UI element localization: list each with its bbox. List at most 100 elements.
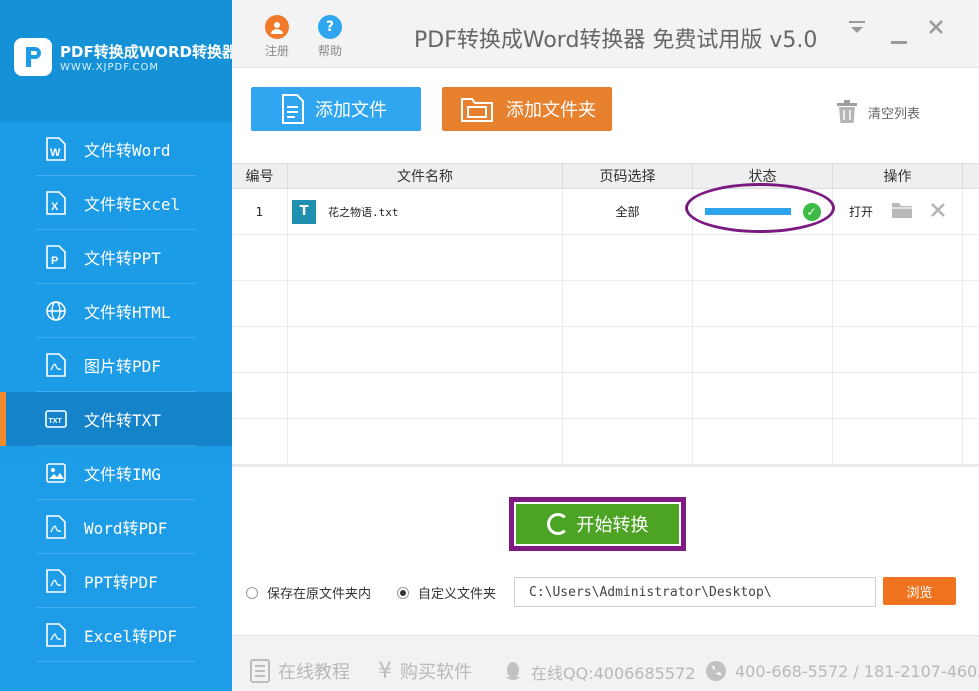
pdf-doc-icon <box>44 623 68 647</box>
row-pages-select[interactable]: 全部 <box>563 189 693 234</box>
header-actions: 操作 <box>833 164 963 188</box>
annotation-rectangle: 开始转换 <box>509 497 686 551</box>
word-doc-icon: W <box>44 137 68 161</box>
svg-text:TXT: TXT <box>49 418 63 425</box>
sidebar: PDF转换成WORD转换器 WWW.XJPDF.COM W 文件转Word X … <box>0 0 237 691</box>
online-qq-link[interactable]: 在线QQ:4006685572 <box>503 660 695 684</box>
header-file-name: 文件名称 <box>288 164 563 188</box>
excel-doc-icon: X <box>44 191 68 215</box>
app-url: WWW.XJPDF.COM <box>60 62 160 73</box>
pdf-doc-icon <box>44 569 68 593</box>
sidebar-menu: W 文件转Word X 文件转Excel P 文件转PPT 文件转HTML 图片… <box>0 122 232 662</box>
globe-icon <box>44 299 68 323</box>
title-bar: 注册 ? 帮助 PDF转换成Word转换器 免费试用版 v5.0 <box>232 0 979 68</box>
window-title: PDF转换成Word转换器 免费试用版 v5.0 <box>414 28 818 53</box>
user-icon <box>265 15 289 39</box>
table-row-empty <box>232 235 979 281</box>
sidebar-item-ppt[interactable]: P 文件转PPT <box>0 230 232 284</box>
yen-icon: ¥ <box>378 658 392 684</box>
app-logo-icon <box>14 38 52 76</box>
save-original-option[interactable]: 保存在原文件夹内 <box>246 583 371 602</box>
online-tutorial-link[interactable]: 在线教程 <box>250 658 350 684</box>
svg-text:X: X <box>51 201 59 213</box>
online-qq-label: 在线QQ:4006685572 <box>531 664 696 683</box>
online-tutorial-label: 在线教程 <box>278 662 350 683</box>
minimize-icon <box>891 41 907 44</box>
sidebar-item-ppt-to-pdf[interactable]: PPT转PDF <box>0 554 232 608</box>
header-filler <box>963 164 979 188</box>
sidebar-item-image-to-pdf[interactable]: 图片转PDF <box>0 338 232 392</box>
add-folder-button[interactable]: 添加文件夹 <box>442 87 612 131</box>
add-file-button[interactable]: 添加文件 <box>251 87 421 131</box>
save-custom-option[interactable]: 自定义文件夹 <box>397 583 496 602</box>
trash-icon <box>837 100 857 123</box>
sidebar-item-excel-to-pdf[interactable]: Excel转PDF <box>0 608 232 662</box>
row-status: ✓ <box>685 183 835 234</box>
sidebar-item-word[interactable]: W 文件转Word <box>0 122 232 176</box>
browse-button[interactable]: 浏览 <box>883 577 956 605</box>
sidebar-item-label: Excel转PDF <box>84 627 178 646</box>
buy-software-link[interactable]: ¥ 购买软件 <box>378 658 472 684</box>
sidebar-item-excel[interactable]: X 文件转Excel <box>0 176 232 230</box>
sidebar-item-label: 文件转IMG <box>84 465 161 484</box>
open-folder-icon[interactable] <box>891 201 913 222</box>
register-button[interactable]: 注册 <box>257 15 297 59</box>
help-button[interactable]: ? 帮助 <box>310 15 350 59</box>
file-table: 编号 文件名称 页码选择 状态 操作 1 T 花之物语.txt 全部 ✓ 打开 <box>232 163 979 465</box>
app-name: PDF转换成WORD转换器 <box>60 43 237 61</box>
phone-label: 400-668-5572 / 181-2107-4602 <box>735 661 979 681</box>
add-folder-label: 添加文件夹 <box>506 100 596 121</box>
phone-icon <box>705 660 727 682</box>
buy-software-label: 购买软件 <box>400 662 472 683</box>
app-logo-area: PDF转换成WORD转换器 WWW.XJPDF.COM <box>0 0 237 122</box>
txt-file-icon: T <box>292 199 316 224</box>
save-original-radio[interactable] <box>246 586 258 599</box>
pdf-doc-icon <box>44 515 68 539</box>
clear-list-label: 清空列表 <box>868 106 921 122</box>
annotation-ellipse <box>685 183 835 233</box>
sidebar-item-label: 文件转Excel <box>84 195 181 214</box>
settings-dropdown-button[interactable] <box>848 16 866 40</box>
sidebar-item-label: Word转PDF <box>84 519 168 538</box>
help-icon: ? <box>318 15 342 39</box>
output-path-field[interactable]: C:\Users\Administrator\Desktop\ <box>514 577 876 607</box>
footer-bar: 在线教程 ¥ 购买软件 在线QQ:4006685572 400-668-5572… <box>232 635 979 691</box>
refresh-icon <box>546 513 569 535</box>
sidebar-item-html[interactable]: 文件转HTML <box>0 284 232 338</box>
sidebar-item-label: 文件转TXT <box>84 411 161 430</box>
sidebar-item-img[interactable]: 文件转IMG <box>0 446 232 500</box>
save-custom-radio[interactable] <box>397 586 409 599</box>
sidebar-item-label: 文件转HTML <box>84 303 171 322</box>
table-row-empty <box>232 373 979 419</box>
help-label: 帮助 <box>317 44 342 58</box>
minimize-button[interactable] <box>891 26 907 50</box>
qq-icon <box>503 661 523 683</box>
sidebar-item-txt[interactable]: TXT 文件转TXT <box>0 392 232 446</box>
add-file-label: 添加文件 <box>315 100 387 121</box>
txt-icon: TXT <box>44 407 68 431</box>
pdf-doc-icon <box>44 353 68 377</box>
start-convert-label: 开始转换 <box>576 515 649 536</box>
table-row-empty <box>232 419 979 465</box>
add-file-icon <box>281 93 305 130</box>
sidebar-item-word-to-pdf[interactable]: Word转PDF <box>0 500 232 554</box>
header-index: 编号 <box>232 164 288 188</box>
folder-icon <box>460 95 494 128</box>
delete-row-icon[interactable] <box>931 203 945 220</box>
close-icon <box>929 20 943 34</box>
sidebar-item-label: PPT转PDF <box>84 573 158 592</box>
table-row-empty <box>232 281 979 327</box>
row-file: T 花之物语.txt <box>288 189 563 234</box>
open-file-button[interactable]: 打开 <box>849 203 873 220</box>
image-icon <box>44 461 68 485</box>
ppt-doc-icon: P <box>44 245 68 269</box>
table-divider <box>232 464 979 467</box>
dropdown-icon <box>849 21 865 33</box>
sidebar-item-label: 文件转Word <box>84 141 171 160</box>
table-row[interactable]: 1 T 花之物语.txt 全部 ✓ 打开 <box>232 183 979 235</box>
close-button[interactable] <box>928 16 944 40</box>
clear-list-button[interactable]: 清空列表 <box>836 100 920 124</box>
header-pages: 页码选择 <box>563 164 693 188</box>
start-convert-button[interactable]: 开始转换 <box>516 504 679 544</box>
table-header: 编号 文件名称 页码选择 状态 操作 <box>232 164 979 189</box>
